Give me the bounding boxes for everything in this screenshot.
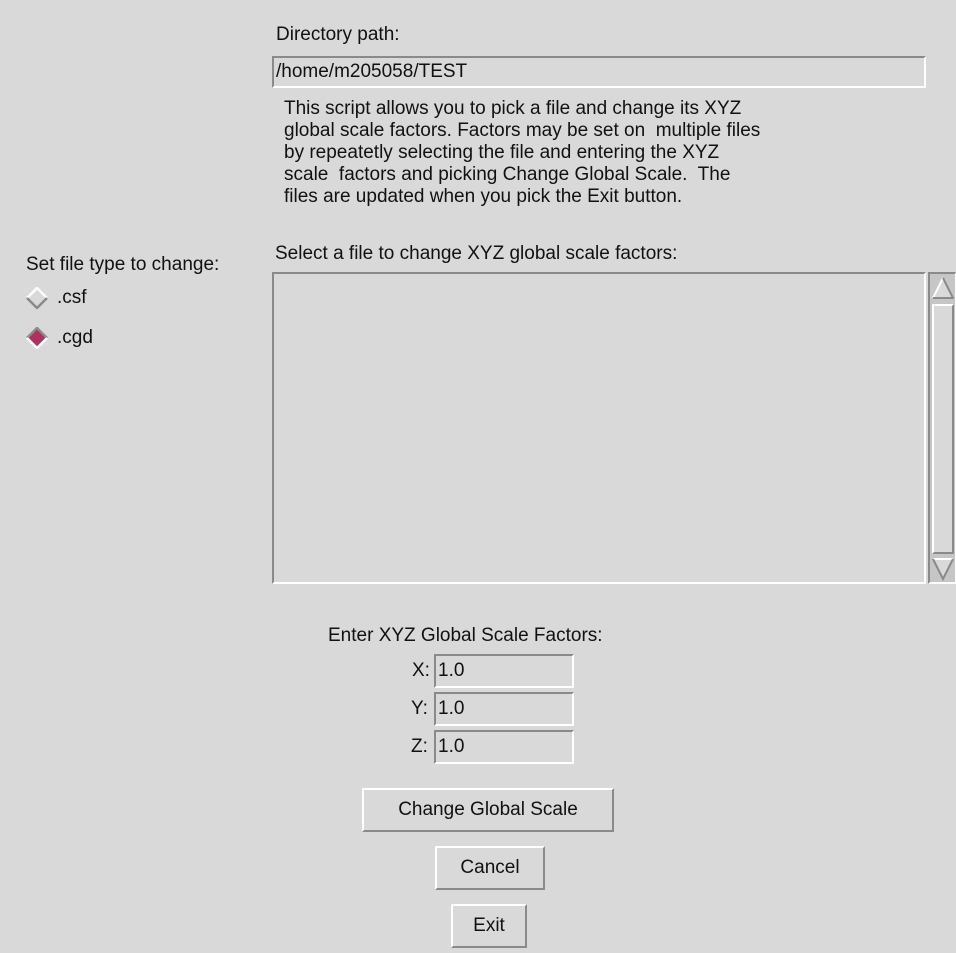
radio-csf[interactable]: .csf <box>26 286 87 310</box>
scroll-down-arrow-icon[interactable] <box>932 557 954 586</box>
scrollbar-thumb[interactable] <box>932 304 954 554</box>
x-label: X: <box>412 660 430 681</box>
file-list-scrollbar[interactable] <box>928 272 956 584</box>
exit-button[interactable]: Exit <box>451 904 527 948</box>
radio-cgd-label: .cgd <box>57 327 93 348</box>
file-listbox[interactable] <box>272 272 926 584</box>
z-scale-input[interactable] <box>434 730 574 764</box>
description-line: global scale factors. Factors may be set… <box>284 120 761 141</box>
file-list-label: Select a file to change XYZ global scale… <box>275 243 678 264</box>
description-line: This script allows you to pick a file an… <box>284 98 742 119</box>
description-line: scale factors and picking Change Global … <box>284 164 731 185</box>
radio-diamond-icon <box>26 286 48 310</box>
change-global-scale-button[interactable]: Change Global Scale <box>362 788 614 832</box>
x-scale-input[interactable] <box>434 654 574 688</box>
cancel-button[interactable]: Cancel <box>435 846 545 890</box>
radio-csf-label: .csf <box>57 287 87 308</box>
z-label: Z: <box>411 736 428 757</box>
description-line: files are updated when you pick the Exit… <box>284 186 683 207</box>
y-label: Y: <box>411 698 428 719</box>
description-text: This script allows you to pick a file an… <box>284 98 760 208</box>
radio-cgd[interactable]: .cgd <box>26 326 93 350</box>
y-scale-input[interactable] <box>434 692 574 726</box>
file-type-label: Set file type to change: <box>26 254 220 275</box>
scroll-up-arrow-icon[interactable] <box>932 276 955 305</box>
directory-path-label: Directory path: <box>276 24 400 45</box>
directory-path-input[interactable] <box>272 56 926 88</box>
scale-factors-heading: Enter XYZ Global Scale Factors: <box>328 625 603 646</box>
radio-diamond-selected-icon <box>26 326 48 350</box>
description-line: by repeatetly selecting the file and ent… <box>284 142 720 163</box>
